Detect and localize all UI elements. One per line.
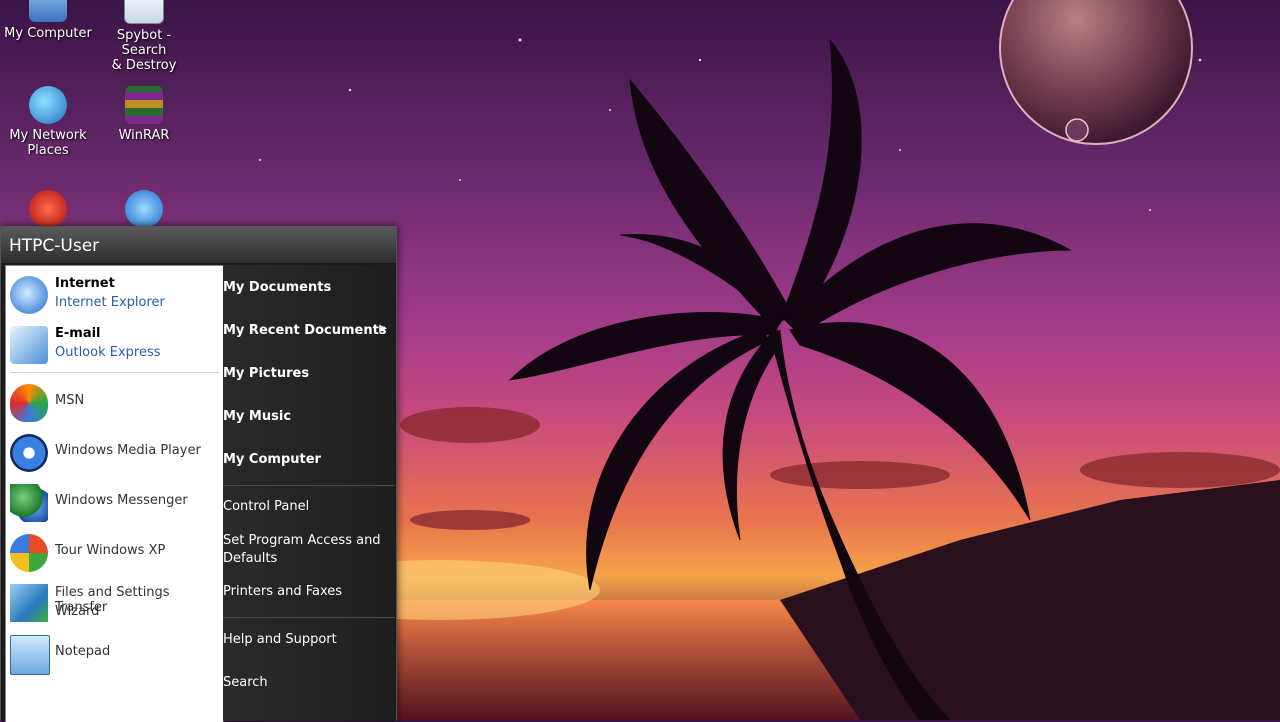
desktop-icon-winrar[interactable]: WinRAR [96,86,192,143]
desktop-icon-label: My Network [9,128,87,143]
place-my-computer[interactable]: My Computer [223,452,395,467]
system-label: Printers and Faxes [223,584,343,599]
user-name: HTPC-User [9,236,100,256]
help-label: Search [223,675,268,690]
pinned-item-title: Internet [55,276,115,291]
place-my-recent-documents[interactable]: My Recent Documents ▶ [223,323,395,338]
place-my-documents[interactable]: My Documents [223,280,395,295]
pinned-item-internet[interactable]: Internet Internet Explorer [6,270,223,316]
system-label-line2: Defaults [223,551,278,566]
divider [223,485,395,486]
place-my-music[interactable]: My Music [223,409,395,424]
recent-item-label: Tour Windows XP [55,543,166,558]
network-places-icon [29,86,67,124]
desktop-icon-label: My Computer [4,26,92,41]
desktop-icon-label: Spybot - Search [116,28,172,58]
messenger-icon [10,484,48,522]
place-label: My Documents [223,280,332,295]
desktop-icon-label: WinRAR [118,128,170,143]
divider [223,617,395,618]
recent-item-label-line2: Wizard [55,604,100,619]
recent-item-windows-media-player[interactable]: Windows Media Player [6,428,223,474]
submenu-arrow-icon: ▶ [379,323,387,334]
system-set-program-access[interactable]: Set Program Access and Defaults [223,533,395,566]
notepad-icon [10,635,50,675]
spybot-se-icon [29,190,67,228]
recent-item-windows-messenger[interactable]: Windows Messenger [6,478,223,524]
transfer-wizard-icon [10,584,48,622]
winrar-icon [125,86,163,124]
planet [999,0,1193,145]
msn-butterfly-icon [10,384,48,422]
recent-item-label: MSN [55,393,85,408]
desktop-icon-my-network-places[interactable]: My Network Places [0,86,96,158]
system-label: Control Panel [223,499,310,514]
recent-item-label: Notepad [55,644,111,659]
divider [10,372,219,373]
system-printers-and-faxes[interactable]: Printers and Faxes [223,584,395,599]
recent-item-files-settings-transfer[interactable]: Files and Settings Transfer Wizard [6,578,223,624]
start-menu-header: HTPC-User [1,227,396,263]
spybot-icon [124,0,164,24]
internet-explorer-icon [10,276,48,314]
my-computer-icon [29,0,67,22]
pinned-item-email[interactable]: E-mail Outlook Express [6,320,223,366]
place-label: My Recent Documents [223,323,387,338]
moon [1065,118,1089,142]
help-label: Help and Support [223,632,337,647]
pinned-item-subtitle: Internet Explorer [55,295,165,310]
recent-item-label: Windows Media Player [55,443,201,458]
help-and-support[interactable]: Help and Support [223,632,395,647]
outlook-express-icon [10,326,48,364]
start-menu-places-pane: My Documents My Recent Documents ▶ My Pic… [223,265,395,721]
recent-item-tour-windows-xp[interactable]: Tour Windows XP [6,528,223,574]
search[interactable]: Search [223,675,395,690]
desktop-icon-spybot[interactable]: Spybot - Search & Destroy [96,0,192,73]
recent-item-label: Windows Messenger [55,493,188,508]
start-menu-programs-pane: Internet Internet Explorer E-mail Outloo… [5,265,224,722]
system-label: Set Program Access and [223,533,381,548]
media-player-icon [10,434,48,472]
pinned-item-subtitle: Outlook Express [55,345,161,360]
recent-item-notepad[interactable]: Notepad [6,629,223,675]
desktop-icon-label-line2: & Destroy [111,58,177,73]
system-control-panel[interactable]: Control Panel [223,499,395,514]
desktop-icon-label-line2: Places [27,143,69,158]
internet-explorer-icon [125,190,163,228]
place-label: My Computer [223,452,321,467]
place-my-pictures[interactable]: My Pictures [223,366,395,381]
desktop-icon-my-computer[interactable]: My Computer [0,0,96,41]
pinned-item-title: E-mail [55,326,101,341]
place-label: My Music [223,409,292,424]
recent-item-msn[interactable]: MSN [6,378,223,424]
place-label: My Pictures [223,366,310,381]
tour-xp-icon [10,534,48,572]
start-menu: HTPC-User Internet Internet Explorer E-m… [0,226,397,722]
